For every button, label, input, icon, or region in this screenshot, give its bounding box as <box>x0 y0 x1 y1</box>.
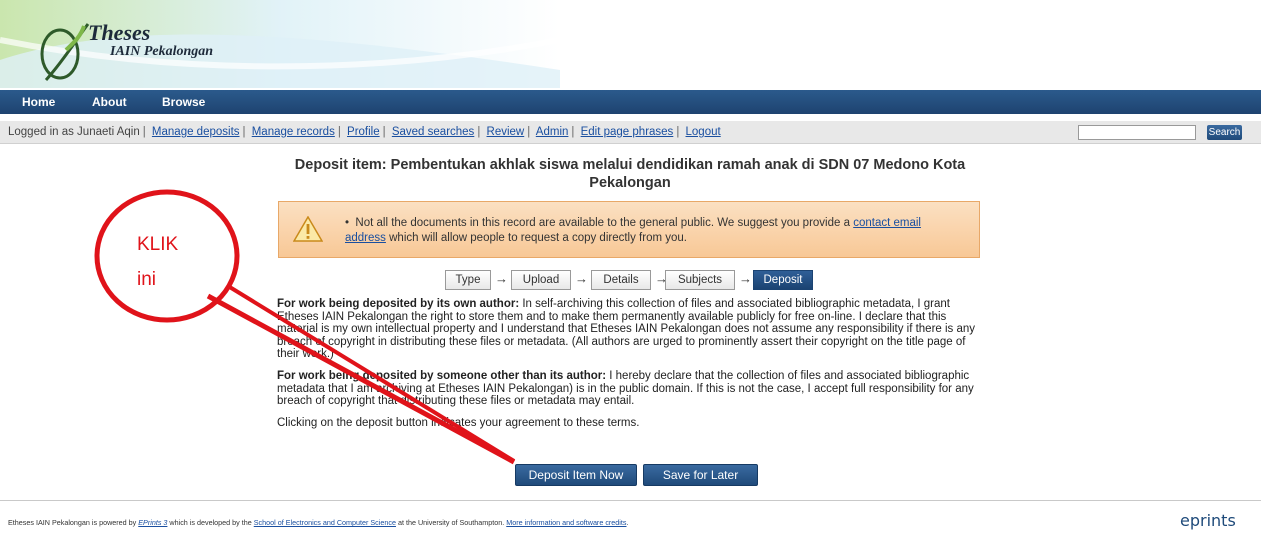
user-toolbar: Logged in as Junaeti Aqin | Manage deposi… <box>0 121 1261 144</box>
ecs-link[interactable]: School of Electronics and Computer Scien… <box>254 518 396 527</box>
credits-link[interactable]: More information and software credits <box>506 518 626 527</box>
nav-about[interactable]: About <box>92 95 127 109</box>
warning-text: • Not all the documents in this record a… <box>345 217 921 244</box>
footer-text: Etheses IAIN Pekalongan is powered by EP… <box>8 518 629 527</box>
link-saved-searches[interactable]: Saved searches <box>392 126 474 138</box>
deposit-item-now-button[interactable]: Deposit Item Now <box>515 464 637 486</box>
warning-box: • Not all the documents in this record a… <box>278 201 980 258</box>
footer-divider <box>0 500 1261 501</box>
search-input[interactable] <box>1078 125 1196 140</box>
link-edit-page-phrases[interactable]: Edit page phrases <box>581 126 674 138</box>
arrow-right-icon: → <box>739 271 752 286</box>
step-type[interactable]: Type <box>445 270 491 290</box>
search-button[interactable]: Search <box>1207 125 1242 140</box>
step-deposit[interactable]: Deposit <box>753 270 813 290</box>
logo-subtitle: IAIN Pekalongan <box>110 44 214 59</box>
link-profile[interactable]: Profile <box>347 126 380 138</box>
deposit-terms: For work being deposited by its own auth… <box>277 298 976 429</box>
link-manage-deposits[interactable]: Manage deposits <box>152 126 240 138</box>
annotation-label: ini <box>137 269 157 290</box>
logo-text[interactable]: Theses IAIN Pekalongan <box>88 22 213 60</box>
link-manage-records[interactable]: Manage records <box>252 126 335 138</box>
save-for-later-button[interactable]: Save for Later <box>643 464 758 486</box>
arrow-right-icon: → <box>495 271 508 286</box>
nav-home[interactable]: Home <box>22 95 55 109</box>
page-title: Deposit item: Pembentukan akhlak siswa m… <box>294 157 966 191</box>
arrow-right-icon: → <box>575 271 588 286</box>
step-details[interactable]: Details <box>591 270 651 290</box>
main-nav: Home About Browse <box>0 90 1261 114</box>
annotation-label: KLIK <box>137 234 179 255</box>
eprints-link[interactable]: EPrints 3 <box>138 518 167 527</box>
logo-title: Theses <box>88 20 151 45</box>
eprints-logo[interactable]: eprints <box>1180 511 1236 530</box>
nav-browse[interactable]: Browse <box>162 95 205 109</box>
link-admin[interactable]: Admin <box>536 126 569 138</box>
logged-in-label: Logged in as Junaeti Aqin <box>8 126 140 138</box>
theses-logo-icon <box>40 23 90 82</box>
step-subjects[interactable]: Subjects <box>665 270 735 290</box>
annotation-circle <box>94 189 240 323</box>
site-header: Theses IAIN Pekalongan <box>0 0 1261 88</box>
link-logout[interactable]: Logout <box>686 126 721 138</box>
step-upload[interactable]: Upload <box>511 270 571 290</box>
warning-icon <box>293 216 323 242</box>
link-review[interactable]: Review <box>487 126 525 138</box>
